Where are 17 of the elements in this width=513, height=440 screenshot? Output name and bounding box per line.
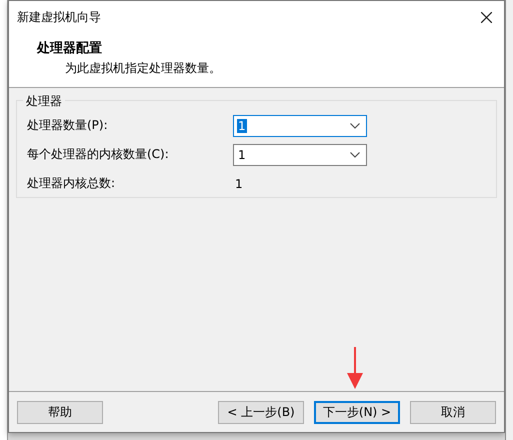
arrow-drawing xyxy=(347,347,363,389)
wizard-button[interactable]: 取消 xyxy=(410,400,496,424)
window-title: 新建虚拟机向导 xyxy=(17,8,101,26)
dropdown[interactable]: 1 xyxy=(233,114,367,136)
field-label: 处理器内核总数: xyxy=(27,175,116,192)
help-button[interactable]: 帮助 xyxy=(17,400,103,424)
wizard-button[interactable]: 下一步(N) > xyxy=(314,400,400,424)
wizard-button[interactable]: < 上一步(B) xyxy=(218,400,304,424)
field-label: 每个处理器的内核数量(C): xyxy=(27,146,170,163)
chevron-down-icon xyxy=(350,122,360,128)
page-title: 处理器配置 xyxy=(37,40,103,57)
page-description: 为此虚拟机指定处理器数量。 xyxy=(64,60,222,77)
value-text: 1 xyxy=(234,176,243,190)
chevron-down-icon xyxy=(350,152,360,158)
dropdown[interactable]: 1 xyxy=(233,144,367,166)
close-icon[interactable] xyxy=(481,12,492,22)
field-label: 处理器数量(P): xyxy=(27,117,109,134)
